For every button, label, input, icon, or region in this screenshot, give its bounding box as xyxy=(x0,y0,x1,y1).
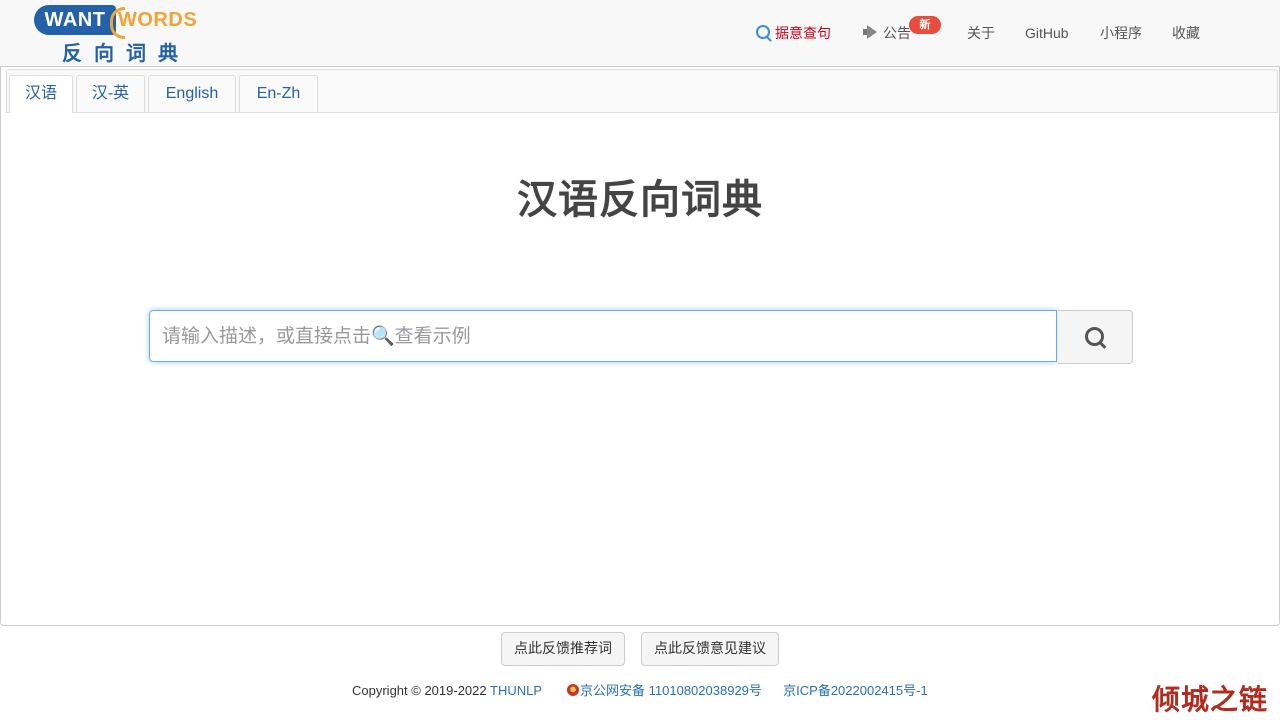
feedback-recommend-button[interactable]: 点此反馈推荐词 xyxy=(501,632,625,666)
nav-item-sentence-search[interactable]: 据意查句 xyxy=(756,23,831,43)
nav-item-github[interactable]: GitHub xyxy=(1025,23,1069,43)
police-badge-icon xyxy=(567,684,580,696)
tab-english-chinese[interactable]: En-Zh xyxy=(239,75,318,112)
nav-item-label: 据意查句 xyxy=(775,25,831,41)
dictionary-panel: 汉语 汉-英 English En-Zh 汉语反向词典 xyxy=(0,66,1280,626)
nav-item-favorites[interactable]: 收藏 xyxy=(1172,23,1200,43)
nav-item-label: 公告 xyxy=(883,25,911,41)
thunlp-link[interactable]: THUNLP xyxy=(490,683,542,698)
nav-item-announcement[interactable]: 公告 xyxy=(863,23,911,43)
main-nav: 据意查句 公告 新 关于 GitHub 小程序 收藏 xyxy=(0,0,1280,66)
tab-chinese-english[interactable]: 汉-英 xyxy=(76,75,145,112)
search-icon xyxy=(756,25,770,39)
icp-record-link[interactable]: 京ICP备2022002415号-1 xyxy=(783,683,928,698)
top-navbar: WANT WORDS 反向词典 据意查句 公告 新 关于 GitHub 小程序 … xyxy=(0,0,1280,67)
watermark-text: 倾城之链 xyxy=(1152,683,1269,716)
copyright-text: Copyright © 2019-2022 xyxy=(352,683,487,698)
tab-chinese[interactable]: 汉语 xyxy=(9,75,73,113)
tab-english[interactable]: English xyxy=(148,75,236,112)
police-record-link[interactable]: 京公网安备 11010802038929号 xyxy=(580,683,762,698)
page-title: 汉语反向词典 xyxy=(517,176,763,223)
search-input[interactable] xyxy=(149,310,1057,362)
search-button[interactable] xyxy=(1058,310,1133,364)
megaphone-icon xyxy=(863,25,879,39)
footer: Copyright © 2019-2022 THUNLP 京公网安备 11010… xyxy=(352,680,928,699)
feedback-suggestion-button[interactable]: 点此反馈意见建议 xyxy=(641,632,779,666)
new-badge: 新 xyxy=(909,16,941,34)
search-icon xyxy=(1085,327,1104,346)
nav-item-mini-program[interactable]: 小程序 xyxy=(1100,23,1142,43)
language-tabs: 汉语 汉-英 English En-Zh xyxy=(6,69,1278,113)
nav-item-about[interactable]: 关于 xyxy=(967,23,995,43)
